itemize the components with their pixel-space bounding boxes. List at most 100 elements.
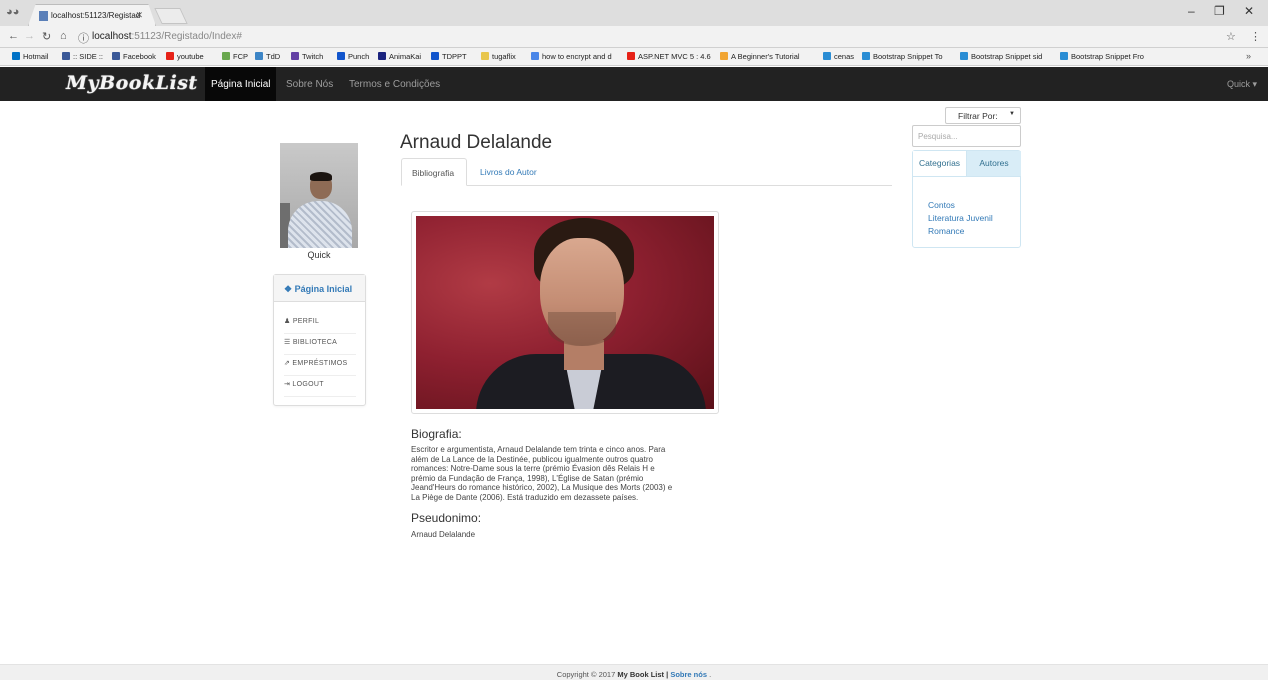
category-link[interactable]: Contos	[928, 200, 955, 210]
more-bookmarks-icon[interactable]: »	[1246, 51, 1251, 61]
bookmark-label: youtube	[177, 52, 204, 61]
author-name-heading: Arnaud Delalande	[400, 132, 553, 153]
biography-line: La Piège de Dante (2006). Está traduzido…	[411, 492, 639, 502]
bookmark-item[interactable]: ASP.NET MVC 5 : 4.6	[627, 52, 711, 61]
tab-authors[interactable]: Autores	[967, 151, 1021, 176]
bookmark-item[interactable]: TDPPT	[431, 52, 467, 61]
bookmark-favicon-icon	[627, 52, 635, 60]
user-icon: ♟	[284, 318, 293, 325]
search-input[interactable]	[912, 125, 1021, 147]
bookmark-favicon-icon	[378, 52, 386, 60]
side-menu-logout[interactable]: ⇥ LOGOUT	[284, 376, 356, 397]
bookmark-label: FCP	[233, 52, 248, 61]
bookmark-label: :: SIDE ::	[73, 52, 104, 61]
bookmark-favicon-icon	[62, 52, 70, 60]
back-arrow-icon[interactable]: ←	[8, 30, 19, 42]
tabs-divider	[401, 185, 892, 186]
user-menu-dropdown[interactable]: Quick ▾	[1227, 79, 1257, 90]
author-photo-frame	[411, 211, 719, 414]
avatar-hair	[310, 172, 332, 181]
tab-author-books[interactable]: Livros do Autor	[480, 167, 537, 177]
bookmark-favicon-icon	[166, 52, 174, 60]
side-menu-library-label: BIBLIOTECA	[292, 339, 338, 346]
side-menu-title: Página Inicial	[294, 284, 353, 294]
url-host: localhost	[92, 31, 132, 42]
browser-tab-title: localhost:51123/Registad	[51, 11, 141, 20]
bookmark-item[interactable]: Punch	[337, 52, 369, 61]
bookmark-label: AnimaKai	[389, 52, 422, 61]
page-footer: Copyright © 2017 My Book List | Sobre nó…	[0, 664, 1268, 680]
bookmark-item[interactable]: FCP	[222, 52, 248, 61]
bookmark-favicon-icon	[720, 52, 728, 60]
bookmark-item[interactable]: tugaflix	[481, 52, 516, 61]
brand-logo[interactable]: MyBookList	[66, 72, 198, 94]
bookmark-item[interactable]: how to encrypt and d	[531, 52, 612, 61]
filter-panel: Categorias Autores Contos Literatura Juv…	[912, 150, 1021, 248]
bookmark-item[interactable]: youtube	[166, 52, 204, 61]
category-link[interactable]: Romance	[928, 226, 964, 236]
side-menu-loans[interactable]: ⇗ EMPRÉSTIMOS	[284, 355, 356, 376]
footer-about-link[interactable]: Sobre nós	[670, 670, 707, 679]
bookmark-item[interactable]: A Beginner's Tutorial	[720, 52, 800, 61]
side-menu-profile[interactable]: ♟ PERFIL	[284, 313, 356, 334]
biography-line: prémio da Fundação de França, 1998), L'É…	[411, 473, 644, 483]
tab-categories[interactable]: Categorias	[913, 151, 967, 176]
bookmark-favicon-icon	[823, 52, 831, 60]
nav-link-about[interactable]: Sobre Nós	[286, 79, 333, 90]
bookmark-item[interactable]: Hotmail	[12, 52, 48, 61]
reload-icon[interactable]: ↻	[42, 30, 51, 43]
bookmark-item[interactable]: AnimaKai	[378, 52, 421, 61]
bookmark-label: cenas	[834, 52, 855, 61]
bookmark-item[interactable]: cenas	[823, 52, 854, 61]
incognito-icon: ◕◕	[6, 6, 20, 18]
bookmark-item[interactable]: Bootstrap Snippet To	[862, 52, 943, 61]
page-favicon-icon	[39, 11, 48, 21]
profile-side-menu: ❖ Página Inicial ♟ PERFIL ☰ BIBLIOTECA ⇗…	[273, 274, 366, 406]
tab-bibliography[interactable]: Bibliografia	[401, 158, 467, 186]
bookmark-item[interactable]: Bootstrap Snippet sid	[960, 52, 1042, 61]
url-path: :51123/Registado/Index#	[131, 31, 242, 42]
bookmark-label: TDPPT	[442, 52, 467, 61]
bookmark-star-icon[interactable]: ☆	[1226, 30, 1236, 43]
username-label: Quick	[307, 250, 331, 260]
biography-line: romances: Notre-Dame sous la terre (prém…	[411, 464, 655, 474]
address-bar[interactable]: localhost:51123/Registado/Index#	[92, 31, 242, 42]
bookmark-item[interactable]: Facebook	[112, 52, 156, 61]
browser-menu-icon[interactable]: ⋮	[1250, 30, 1261, 43]
bookmarks-bar: Bootstrap Snippet Fro Bootstrap Snippet s…	[0, 48, 1268, 66]
footer-separator: |	[666, 670, 669, 679]
filter-by-select[interactable]: Filtrar Por: ▼	[945, 107, 1021, 124]
side-menu-library[interactable]: ☰ BIBLIOTECA	[284, 334, 356, 355]
nav-link-terms[interactable]: Termos e Condições	[349, 79, 440, 90]
bookmark-item[interactable]: Bootstrap Snippet Fro	[1060, 52, 1144, 61]
browser-tab[interactable]: localhost:51123/Registad ✕	[28, 4, 156, 26]
bookmark-label: TdD	[266, 52, 281, 61]
new-tab-button[interactable]	[154, 8, 188, 24]
bookmark-favicon-icon	[255, 52, 263, 60]
forward-arrow-icon[interactable]: →	[24, 30, 35, 42]
author-photo	[416, 216, 714, 409]
home-icon[interactable]: ⌂	[60, 30, 67, 42]
side-menu-logout-label: LOGOUT	[292, 381, 324, 388]
footer-brand: My Book List	[617, 670, 665, 679]
bookmark-item[interactable]: Twitch	[291, 52, 323, 61]
category-link[interactable]: Literatura Juvenil	[928, 213, 993, 223]
side-menu-home-link[interactable]: ❖ Página Inicial	[274, 275, 365, 302]
bookmark-favicon-icon	[431, 52, 439, 60]
close-tab-icon[interactable]: ✕	[135, 10, 143, 21]
footer-period: .	[709, 670, 712, 679]
nav-link-home[interactable]: Página Inicial	[205, 67, 277, 101]
restore-icon[interactable]: ❐	[1214, 4, 1225, 18]
footer-copyright: Copyright © 2017	[556, 670, 616, 679]
minimize-icon[interactable]: –	[1188, 4, 1195, 18]
biography-line: Jeand'Heurs do romance histórico, 2002),…	[411, 483, 673, 493]
site-info-icon[interactable]: ⓘ	[78, 30, 89, 46]
bookmark-item[interactable]: TdD	[255, 52, 280, 61]
window-close-icon[interactable]: ✕	[1244, 4, 1254, 18]
bookmark-label: Twitch	[302, 52, 324, 61]
bookmark-label: Bootstrap Snippet sid	[971, 52, 1043, 61]
bookmark-item[interactable]: :: SIDE ::	[62, 52, 103, 61]
bookmark-label: A Beginner's Tutorial	[731, 52, 800, 61]
bookmark-favicon-icon	[481, 52, 489, 60]
bookmark-label: tugaflix	[492, 52, 516, 61]
